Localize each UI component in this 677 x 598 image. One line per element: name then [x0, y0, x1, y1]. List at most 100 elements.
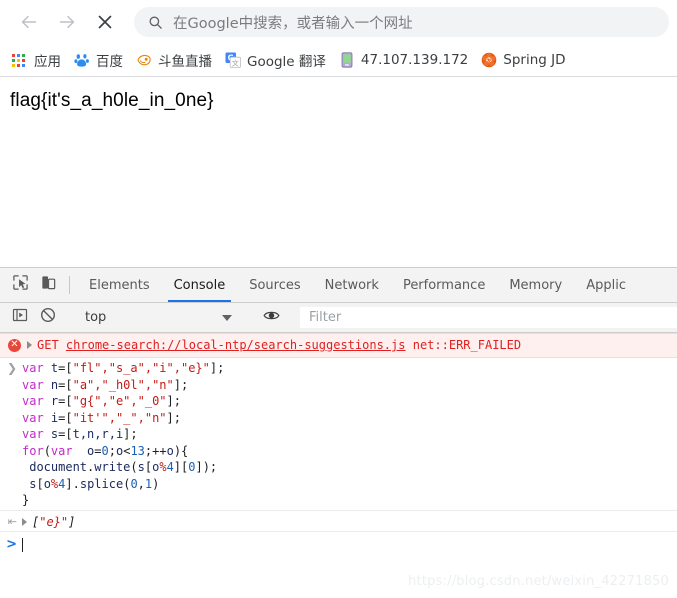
console-prompt[interactable]: >: [0, 530, 677, 554]
code-token: =[: [58, 427, 73, 441]
baidu-paw-icon: [74, 52, 90, 68]
code-token: =[: [58, 377, 73, 392]
chevron-down-icon: [222, 314, 232, 321]
console-error-entry[interactable]: ✕ GET chrome-search://local-ntp/search-s…: [0, 333, 677, 358]
code-token: 0: [101, 443, 109, 458]
tab-sources[interactable]: Sources: [237, 268, 312, 302]
bookmark-douyu[interactable]: 斗鱼直播: [136, 48, 212, 72]
code-token: document: [22, 460, 88, 474]
page-viewport: flag{it's_a_h0le_in_0ne}: [0, 78, 677, 267]
tab-elements[interactable]: Elements: [77, 268, 162, 302]
console-input-code: var t=["fl","s_a","i","e}"]; var n=["a",…: [22, 360, 224, 509]
forward-button[interactable]: [52, 7, 82, 37]
live-expression-button[interactable]: [257, 307, 285, 329]
code-token: write: [94, 460, 131, 474]
tab-label: Elements: [89, 277, 150, 293]
code-token: "it'","_","n": [72, 410, 167, 425]
omnibox[interactable]: 在Google中搜索，或者输入一个网址: [134, 7, 669, 37]
code-token: ];: [166, 394, 181, 408]
bookmark-label: 应用: [34, 54, 61, 70]
tab-label: Network: [324, 277, 379, 293]
tab-label: Memory: [509, 277, 563, 293]
omnibox-placeholder: 在Google中搜索，或者输入一个网址: [173, 15, 413, 32]
tab-memory[interactable]: Memory: [497, 268, 574, 302]
code-token: s: [22, 476, 37, 491]
tab-label: Performance: [402, 277, 486, 293]
bookmark-baidu[interactable]: 百度: [74, 48, 123, 72]
code-token: ][: [173, 460, 189, 474]
bookmark-apps[interactable]: 应用: [12, 48, 61, 72]
code-token: %: [159, 460, 167, 474]
code-token: var: [22, 427, 51, 441]
inspect-cursor-icon: [12, 274, 29, 296]
code-token: var: [22, 377, 51, 392]
code-token: var: [22, 410, 51, 425]
code-token: ];: [166, 410, 181, 425]
code-token: ): [152, 476, 160, 491]
bookmark-spring-jd[interactable]: 发 Spring JD: [481, 48, 566, 72]
device-toolbar-button[interactable]: [34, 268, 62, 302]
code-token: [: [36, 476, 44, 491]
code-token: o: [79, 443, 95, 458]
devtools-panel: Elements Console Sources Network Perform…: [0, 267, 677, 598]
back-button[interactable]: [14, 7, 44, 37]
triangle-right-icon[interactable]: [22, 517, 27, 526]
code-token: 4: [166, 460, 174, 474]
live-expression-eye-icon: [262, 307, 280, 329]
code-token: ];: [123, 427, 138, 441]
code-token: =[: [58, 361, 73, 375]
tab-label: Console: [173, 277, 226, 293]
tab-network[interactable]: Network: [313, 268, 391, 302]
input-chevron-icon: ❯: [6, 361, 17, 375]
douyu-fish-icon: [136, 52, 152, 68]
bookmark-label: 百度: [96, 54, 123, 70]
result-suffix: ]: [68, 514, 76, 529]
code-token: 0: [130, 476, 138, 491]
code-token: splice: [79, 476, 124, 491]
error-url-link[interactable]: chrome-search://local-ntp/search-suggest…: [66, 338, 406, 352]
code-token: ;: [108, 443, 116, 458]
device-toolbar-icon: [40, 274, 57, 296]
devtools-tabbar: Elements Console Sources Network Perform…: [0, 268, 677, 303]
svg-text:文: 文: [232, 58, 239, 67]
triangle-right-icon[interactable]: [27, 341, 32, 349]
stop-loading-button[interactable]: [90, 7, 120, 37]
browser-chrome: 在Google中搜索，或者输入一个网址 应用 百度 斗鱼直播 文 Google …: [0, 0, 677, 78]
tab-console[interactable]: Console: [162, 268, 238, 302]
code-token: ,: [137, 476, 145, 491]
code-token: s: [137, 460, 145, 474]
tab-application[interactable]: Applic: [574, 268, 638, 302]
bookmark-google-translate[interactable]: G 文 Google 翻译: [225, 48, 326, 72]
console-result-value: ["e}"]: [32, 515, 75, 529]
console-filter-input[interactable]: Filter: [300, 307, 677, 328]
execution-context-select[interactable]: top: [77, 310, 242, 325]
code-token: 13: [130, 443, 145, 458]
console-sidebar-icon: [12, 307, 28, 328]
console-sidebar-button[interactable]: [6, 307, 34, 328]
code-token: "a","_h0l","n": [72, 377, 174, 392]
code-token: (: [43, 443, 51, 458]
result-string: "e}": [39, 514, 69, 529]
console-result-entry[interactable]: ⇤ ["e}"]: [0, 509, 677, 531]
tab-performance[interactable]: Performance: [391, 268, 497, 302]
bookmark-label: 斗鱼直播: [158, 54, 212, 70]
code-token: "fl","s_a","i","e}": [72, 361, 210, 375]
error-message-text: GET chrome-search://local-ntp/search-sug…: [37, 338, 521, 352]
bookmark-ip-server[interactable]: 47.107.139.172: [339, 48, 468, 72]
console-message-list[interactable]: ✕ GET chrome-search://local-ntp/search-s…: [0, 333, 677, 598]
console-input-entry[interactable]: ❯ var t=["fl","s_a","i","e}"]; var n=["a…: [0, 358, 677, 510]
clear-console-button[interactable]: [34, 307, 62, 328]
tab-label: Applic: [586, 277, 626, 293]
code-token: =: [94, 443, 102, 458]
error-badge-icon: ✕: [8, 338, 21, 352]
execution-context-value: top: [85, 310, 107, 325]
return-arrow-icon: ⇤: [7, 515, 17, 528]
code-token: ].: [65, 476, 80, 491]
bookmark-label: Spring JD: [503, 52, 566, 68]
code-token: =[: [58, 394, 73, 408]
code-token: =[: [58, 410, 73, 425]
error-method: GET: [37, 338, 59, 352]
inspect-element-button[interactable]: [6, 268, 34, 302]
spring-flower-icon: 发: [481, 52, 497, 68]
code-token: for: [22, 443, 44, 458]
